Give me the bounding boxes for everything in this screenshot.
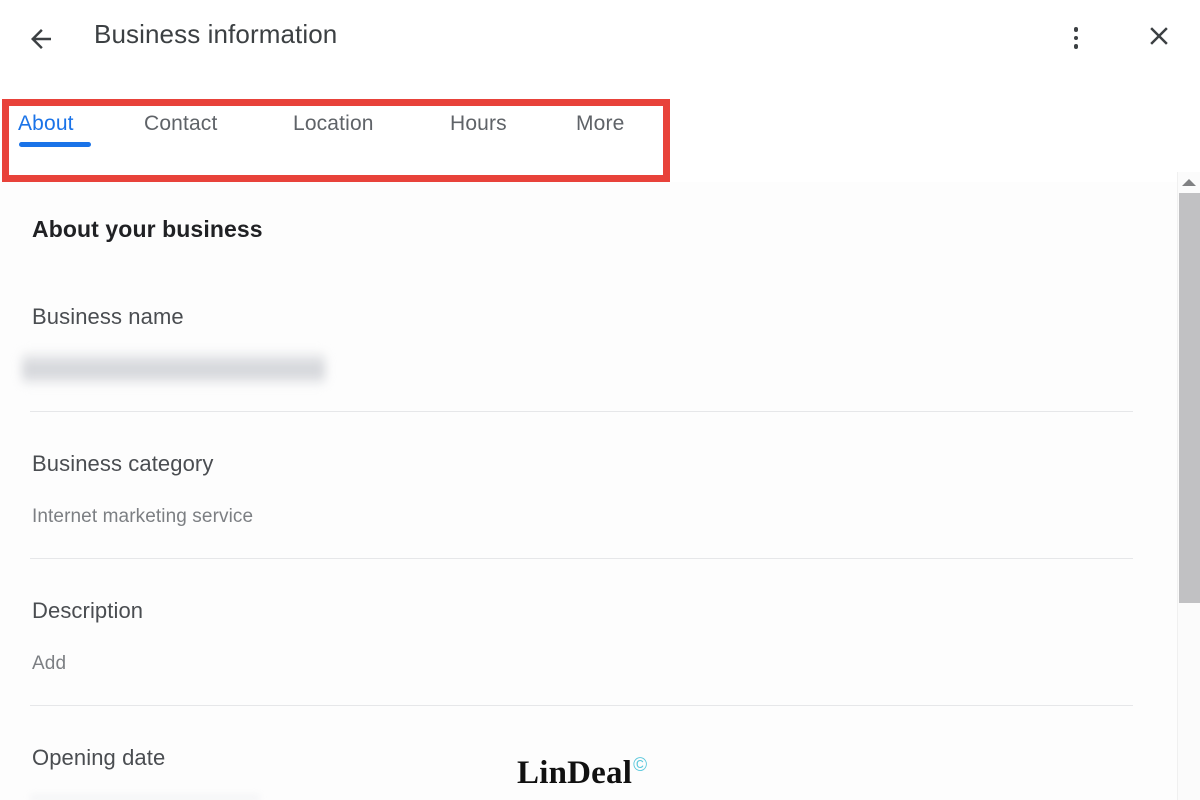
close-icon: [1144, 21, 1174, 56]
section-heading: About your business: [32, 216, 263, 242]
field-divider: [30, 705, 1133, 706]
tab-label: About: [18, 112, 74, 135]
page-title: Business information: [94, 19, 338, 49]
field-divider: [30, 411, 1133, 412]
tab-contact[interactable]: Contact: [144, 86, 217, 136]
copyright-icon: ©: [633, 755, 648, 776]
field-divider: [30, 558, 1133, 559]
vertical-scrollbar[interactable]: [1177, 172, 1200, 800]
tab-about[interactable]: About: [18, 86, 91, 147]
tab-bar: About Contact Location Hours More: [0, 86, 1200, 182]
scroll-up-button[interactable]: [1178, 172, 1200, 192]
tab-hours[interactable]: Hours: [450, 86, 507, 136]
field-value: Internet marketing service: [32, 506, 254, 527]
field-label: Opening date: [32, 745, 166, 770]
more-options-button[interactable]: [1056, 18, 1096, 58]
more-vertical-icon: [1073, 25, 1079, 51]
watermark: LinDeal©: [517, 755, 647, 792]
field-value-redacted: [22, 352, 325, 385]
field-value: Add: [32, 653, 67, 674]
tab-more[interactable]: More: [576, 86, 624, 136]
about-content-panel: About your business Business name Busines…: [0, 182, 1177, 800]
back-button[interactable]: [22, 20, 60, 58]
tab-label: Location: [293, 112, 374, 135]
tab-location[interactable]: Location: [293, 86, 374, 136]
close-button[interactable]: [1139, 18, 1179, 58]
scrollbar-thumb[interactable]: [1179, 193, 1200, 603]
app-header: Business information: [0, 0, 1200, 76]
tab-label: Hours: [450, 112, 507, 135]
tab-label: More: [576, 112, 625, 135]
field-label: Business category: [32, 451, 214, 476]
chevron-up-icon: [1182, 178, 1196, 186]
opening-date-value-clipped: [30, 794, 260, 800]
watermark-text: LinDeal: [517, 755, 633, 791]
active-tab-indicator: [19, 142, 91, 147]
field-label: Description: [32, 598, 144, 623]
arrow-left-icon: [26, 24, 56, 54]
tab-label: Contact: [144, 112, 218, 135]
field-label: Business name: [32, 304, 184, 329]
